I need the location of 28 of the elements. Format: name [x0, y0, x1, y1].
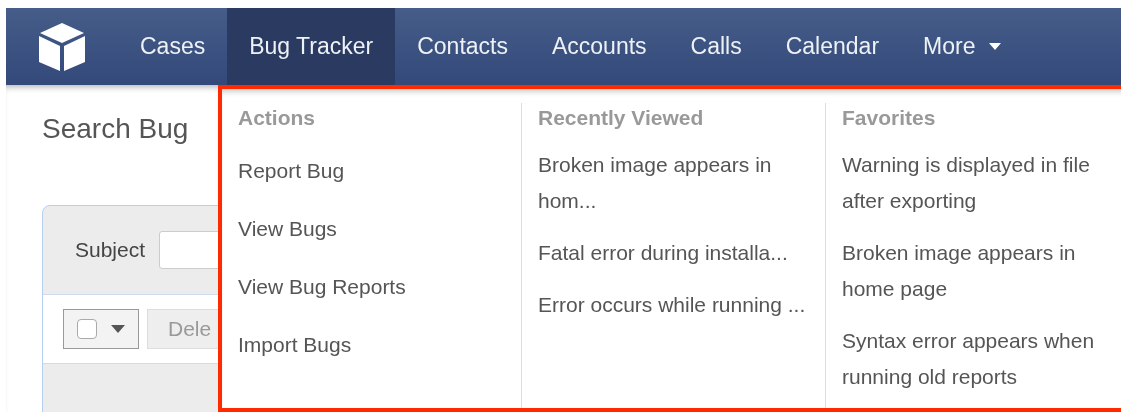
menu-item[interactable]: Broken image appears in home page — [842, 235, 1114, 307]
menu-section-heading: Recently Viewed — [538, 105, 705, 131]
menu-item[interactable]: View Bug Reports — [238, 269, 505, 305]
nav-tab[interactable]: Accounts — [529, 8, 669, 85]
cube-logo-icon[interactable] — [37, 20, 87, 73]
menu-item[interactable]: Broken image appears in hom... — [538, 147, 809, 219]
subject-input-field[interactable] — [159, 231, 218, 269]
menu-section-heading: Favorites — [842, 105, 937, 131]
nav-tab[interactable]: Cases — [118, 8, 228, 85]
nav-tab[interactable]: Calls — [668, 8, 764, 85]
page-title: Search Bug — [42, 115, 190, 143]
menu-item[interactable]: Import Bugs — [238, 327, 505, 363]
menu-section-heading: Actions — [238, 105, 316, 131]
filter-label: Subject — [75, 237, 146, 264]
menu-item[interactable]: View Bugs — [238, 211, 505, 247]
checkbox[interactable] — [77, 319, 97, 339]
nav-tab[interactable]: Contacts — [395, 8, 530, 85]
caret-icon — [989, 43, 1002, 50]
menu-item[interactable]: Warning is displayed in file after exporting — [842, 147, 1114, 219]
caret-icon — [111, 325, 125, 333]
menu-item[interactable]: Syntax error appears when running old reports — [842, 323, 1114, 395]
nav-tab[interactable]: Bug Tracker — [227, 8, 396, 85]
more-menu-button[interactable]: More — [901, 8, 1024, 85]
menu-item[interactable]: Report Bug — [238, 153, 505, 189]
nav-tab[interactable]: Calendar — [763, 8, 902, 85]
menu-item[interactable]: Fatal error during installa... — [538, 235, 809, 271]
menu-item[interactable]: Error occurs while running ... — [538, 287, 809, 323]
select-all-dropdown[interactable] — [63, 309, 139, 349]
